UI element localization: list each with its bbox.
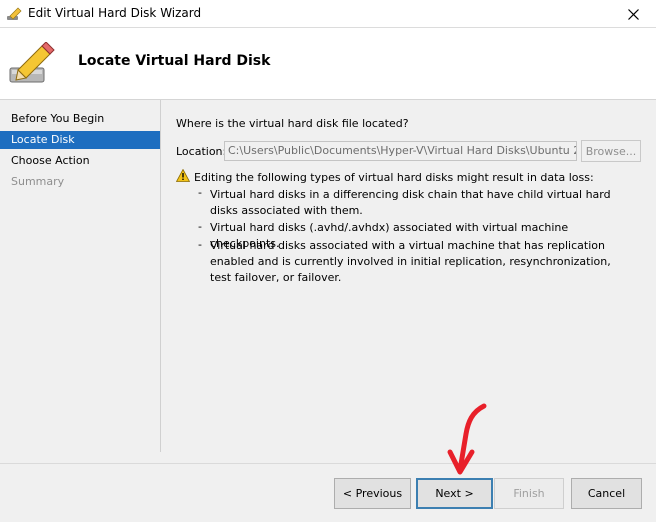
location-field[interactable]: C:\Users\Public\Documents\Hyper-V\Virtua… xyxy=(224,141,577,161)
bullet-marker: - xyxy=(198,220,202,233)
pencil-disk-icon xyxy=(6,7,22,21)
close-button[interactable] xyxy=(610,0,656,28)
warning-text: Editing the following types of virtual h… xyxy=(194,171,594,184)
browse-button[interactable]: Browse... xyxy=(581,140,641,162)
window-title: Edit Virtual Hard Disk Wizard xyxy=(28,6,202,20)
title-bar: Edit Virtual Hard Disk Wizard xyxy=(0,0,656,28)
step-before-you-begin[interactable]: Before You Begin xyxy=(0,110,160,128)
step-summary: Summary xyxy=(11,175,65,188)
location-label: Location: xyxy=(176,145,227,158)
previous-button[interactable]: < Previous xyxy=(334,478,411,509)
finish-button: Finish xyxy=(494,478,564,509)
bullet-marker: - xyxy=(198,238,202,251)
cancel-button[interactable]: Cancel xyxy=(571,478,642,509)
red-arrow-annotation xyxy=(447,403,487,475)
question-text: Where is the virtual hard disk file loca… xyxy=(176,117,409,130)
page-title: Locate Virtual Hard Disk xyxy=(78,53,271,69)
warning-item: Virtual hard disks in a differencing dis… xyxy=(210,188,611,217)
step-choose-action[interactable]: Choose Action xyxy=(0,152,160,170)
warning-item: Virtual hard disks associated with a vir… xyxy=(210,239,611,284)
warning-icon xyxy=(175,168,191,182)
wizard-steps: Before You Begin Locate Disk Choose Acti… xyxy=(0,100,161,452)
bullet-marker: - xyxy=(198,186,202,199)
step-locate-disk[interactable]: Locate Disk xyxy=(0,131,160,149)
close-icon xyxy=(627,8,639,20)
footer-divider xyxy=(0,463,656,464)
pencil-disk-icon xyxy=(8,41,56,86)
next-button[interactable]: Next > xyxy=(416,478,493,509)
wizard-header: Locate Virtual Hard Disk xyxy=(0,28,656,100)
